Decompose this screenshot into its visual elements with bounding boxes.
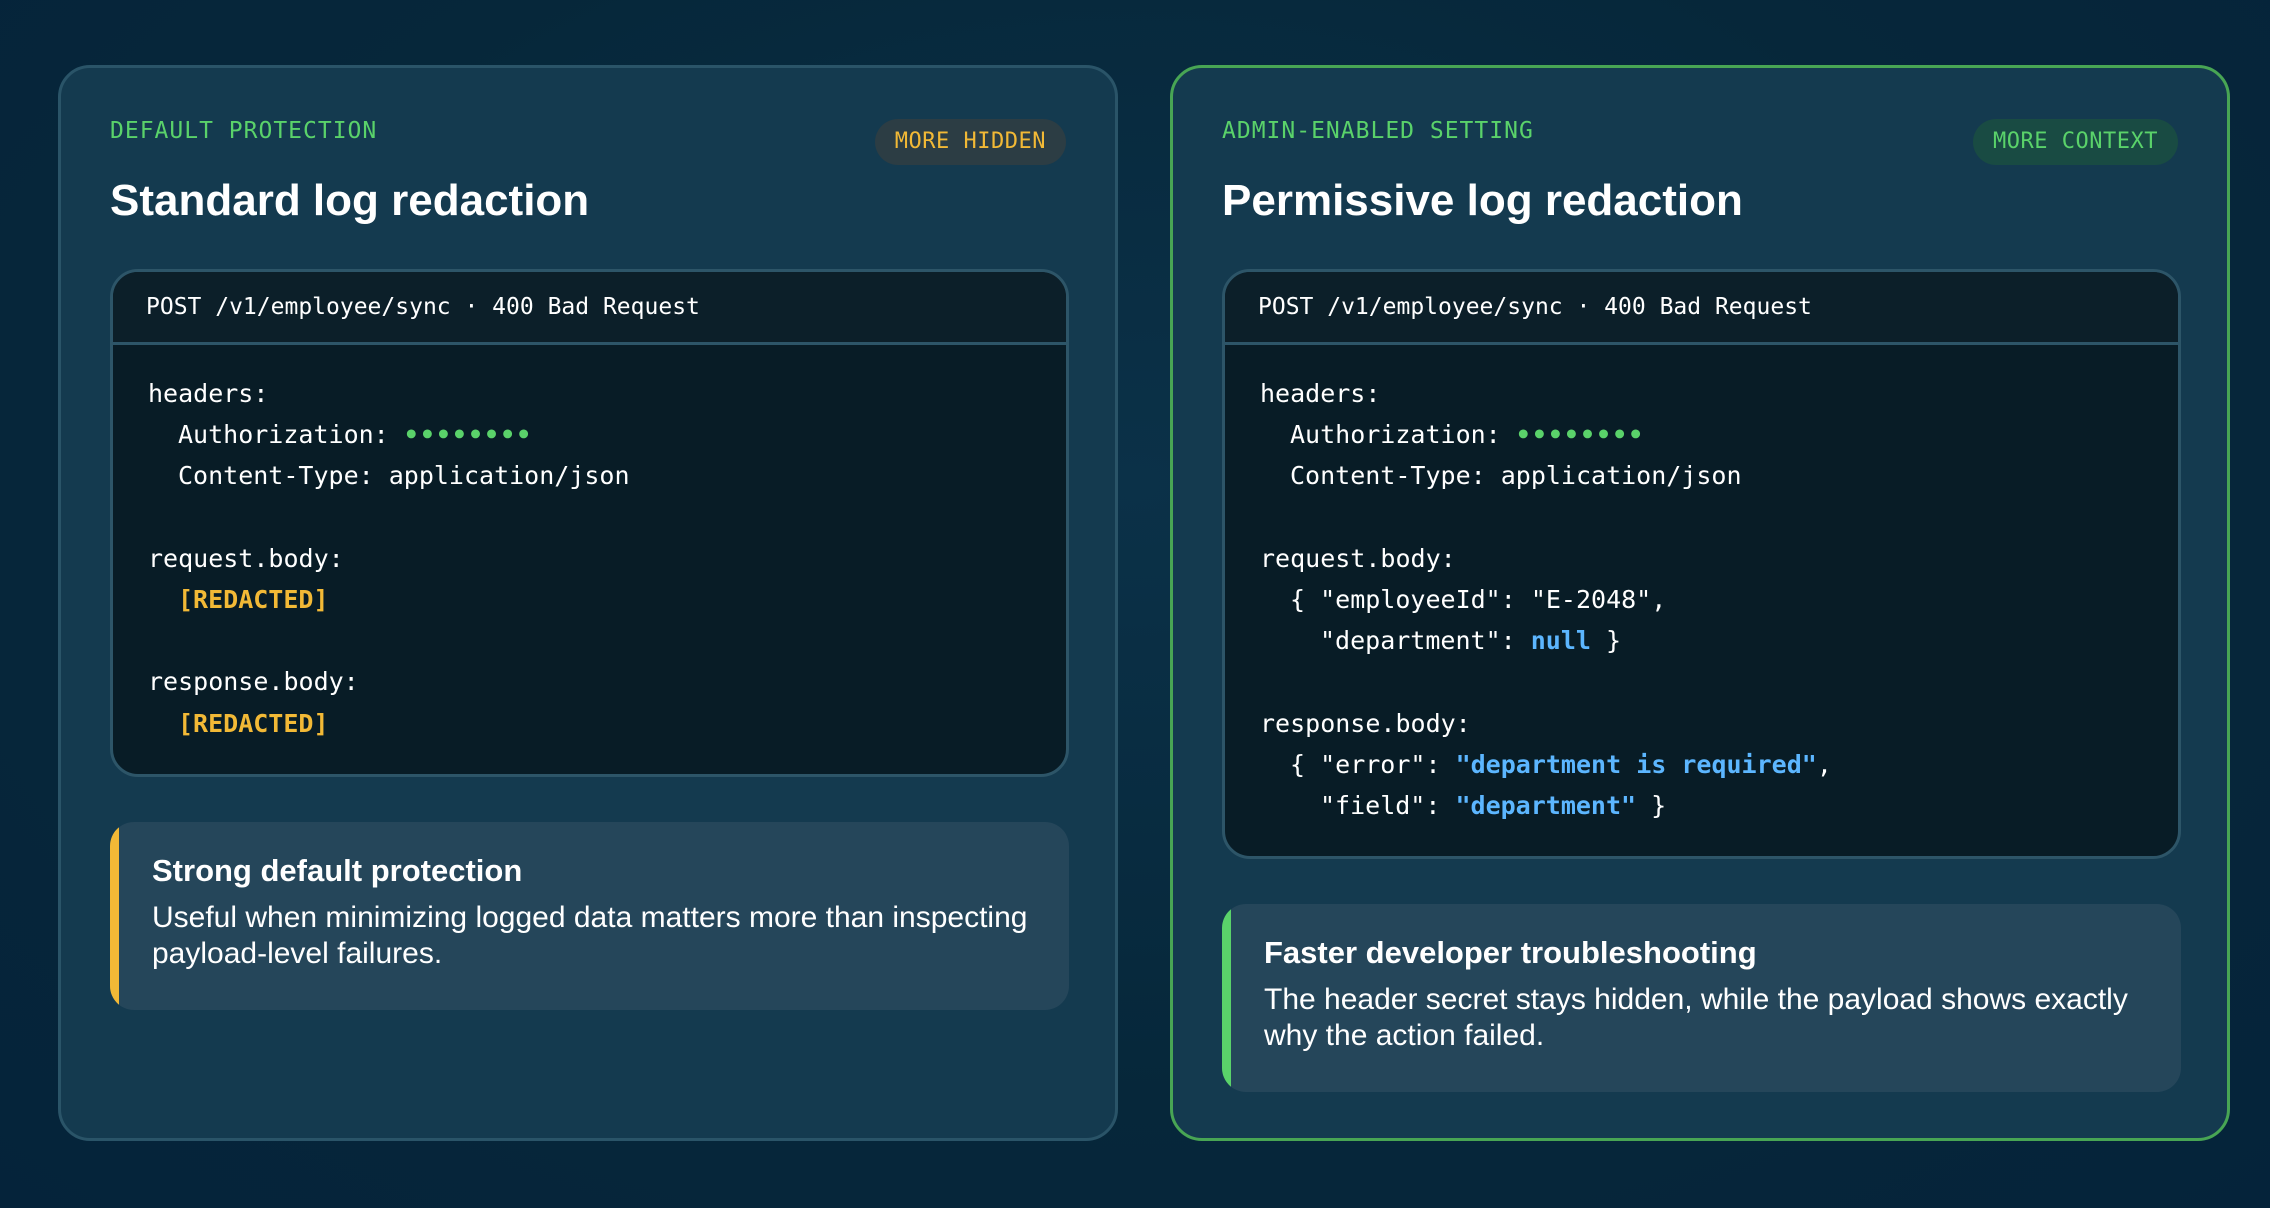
masked-secret: ••••••••: [1515, 420, 1645, 450]
json-separator: ,: [1816, 749, 1832, 779]
request-body-value: [REDACTED]: [148, 579, 1066, 620]
json-key: "department":: [1320, 626, 1531, 656]
authorization-line: Authorization: ••••••••: [1260, 414, 2178, 455]
request-json-line: "department": null }: [1260, 620, 2178, 661]
callout-text: The header secret stays hidden, while th…: [1264, 983, 2128, 1052]
response-body-label: response.body:: [148, 667, 359, 697]
authorization-line: Authorization: ••••••••: [148, 414, 1066, 455]
card-eyebrow: DEFAULT PROTECTION: [110, 118, 378, 144]
response-body-value: [REDACTED]: [148, 703, 1066, 744]
permissive-redaction-card: ADMIN-ENABLED SETTING MORE CONTEXT Permi…: [1170, 65, 2230, 1141]
callout-text: Useful when minimizing logged data matte…: [152, 901, 1028, 970]
json-close: }: [1590, 626, 1622, 656]
request-line: POST /v1/employee/sync · 400 Bad Request: [1225, 272, 2178, 345]
callout-title: Strong default protection: [152, 853, 523, 888]
authorization-key: Authorization:: [1290, 420, 1516, 450]
card-title: Standard log redaction: [110, 176, 590, 225]
response-json-line: "field": "department" }: [1260, 785, 2178, 826]
json-key: "field":: [1320, 790, 1456, 820]
request-line: POST /v1/employee/sync · 400 Bad Request: [113, 272, 1066, 345]
json-null-value: null: [1530, 626, 1591, 656]
log-code-block: POST /v1/employee/sync · 400 Bad Request…: [110, 269, 1069, 777]
response-body-label: response.body:: [1260, 708, 1471, 738]
json-field-value: "department": [1455, 790, 1637, 820]
request-body-label: request.body:: [148, 543, 344, 573]
content-type-line: Content-Type: application/json: [1290, 461, 1742, 491]
headers-label: headers:: [1260, 379, 1381, 408]
json-close: }: [1636, 790, 1667, 820]
json-error-value: "department is required": [1455, 749, 1817, 779]
json-key: { "error":: [1290, 749, 1456, 779]
request-json-line: { "employeeId": "E-2048",: [1290, 584, 1667, 614]
card-eyebrow: ADMIN-ENABLED SETTING: [1222, 118, 1534, 144]
callout-title: Faster developer troubleshooting: [1264, 935, 1757, 970]
request-body-label: request.body:: [1260, 543, 1456, 573]
content-type-line: Content-Type: application/json: [178, 461, 630, 491]
callout-note: Strong default protection Useful when mi…: [110, 822, 1069, 1010]
status-badge: MORE CONTEXT: [1973, 119, 2178, 165]
callout-note: Faster developer troubleshooting The hea…: [1222, 904, 2181, 1092]
headers-label: headers:: [148, 379, 269, 408]
redacted-marker: [REDACTED]: [178, 584, 329, 614]
response-json-line: { "error": "department is required",: [1260, 744, 2178, 785]
standard-redaction-card: DEFAULT PROTECTION MORE HIDDEN Standard …: [58, 65, 1118, 1141]
log-code-body: headers: Authorization: •••••••• Content…: [113, 345, 1066, 774]
redacted-marker: [REDACTED]: [178, 708, 329, 738]
card-title: Permissive log redaction: [1222, 176, 1743, 225]
status-badge: MORE HIDDEN: [874, 119, 1066, 165]
log-code-block: POST /v1/employee/sync · 400 Bad Request…: [1222, 269, 2181, 860]
log-code-body: headers: Authorization: •••••••• Content…: [1225, 345, 2178, 856]
authorization-key: Authorization:: [178, 420, 404, 450]
masked-secret: ••••••••: [403, 420, 533, 450]
